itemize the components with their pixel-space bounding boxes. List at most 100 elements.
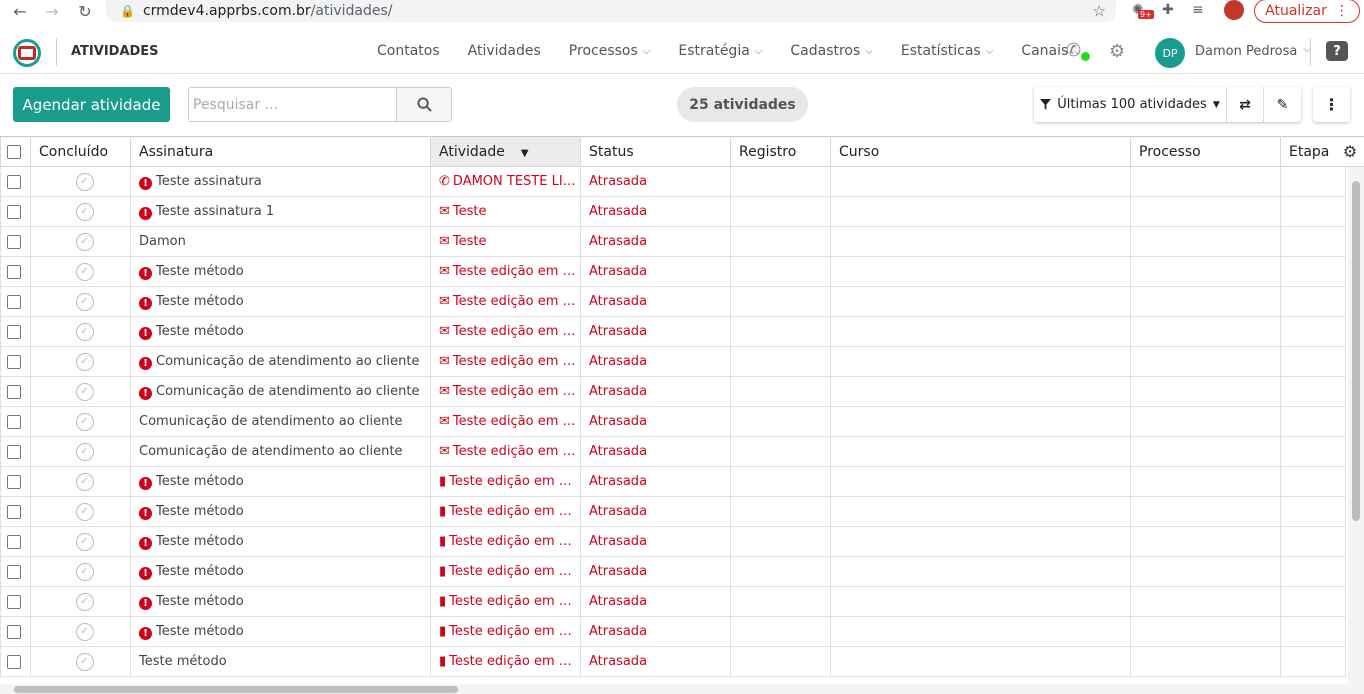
row-select-cell[interactable] bbox=[0, 406, 31, 437]
atividade-cell[interactable]: ✉ Teste bbox=[430, 196, 581, 227]
done-cell[interactable]: ✓ bbox=[30, 226, 131, 257]
row-checkbox[interactable] bbox=[7, 354, 21, 369]
phone-icon[interactable]: ✆ bbox=[1066, 40, 1081, 61]
search-input[interactable] bbox=[188, 87, 396, 122]
row-select-cell[interactable] bbox=[0, 376, 31, 407]
row-checkbox[interactable] bbox=[7, 564, 21, 579]
avatar[interactable]: DP bbox=[1155, 38, 1185, 68]
table-row[interactable]: ✓! Comunicação de atendimento ao cliente ✉… bbox=[0, 346, 1346, 377]
puzzle-icon[interactable]: ✚ bbox=[1162, 2, 1174, 18]
col-assinatura[interactable]: Assinatura bbox=[130, 136, 431, 167]
nav-contatos[interactable]: Contatos bbox=[377, 43, 440, 59]
atividade-cell[interactable]: ▮Teste edição em massa bbox=[430, 616, 581, 647]
atividade-cell[interactable]: ✉Teste edição em massa bbox=[430, 316, 581, 347]
row-select-cell[interactable] bbox=[0, 316, 31, 347]
atividade-cell[interactable]: ✆DAMON TESTE LIGAÇÃO bbox=[430, 166, 581, 197]
atividade-cell[interactable]: ▮Teste edição em massa bbox=[430, 556, 581, 587]
vertical-scrollbar[interactable] bbox=[1348, 167, 1364, 684]
reload-icon[interactable]: ↻ bbox=[71, 2, 99, 21]
table-row[interactable]: ✓! Teste assinatura ✆DAMON TESTE LIGAÇÃOAt… bbox=[0, 166, 1346, 197]
row-checkbox[interactable] bbox=[7, 264, 21, 279]
done-cell[interactable]: ✓ bbox=[30, 256, 131, 287]
checkmark-circle-icon[interactable]: ✓ bbox=[75, 412, 94, 431]
row-select-cell[interactable] bbox=[0, 646, 31, 677]
table-row[interactable]: ✓! Teste método ▮Teste edição em massaAtra… bbox=[0, 526, 1346, 557]
user-menu[interactable]: Damon Pedrosa ⌵ bbox=[1195, 44, 1311, 59]
assinatura-cell[interactable]: ! Comunicação de atendimento ao cliente bbox=[130, 376, 431, 407]
assinatura-cell[interactable]: ! Teste método bbox=[130, 256, 431, 287]
assinatura-cell[interactable]: ! Teste assinatura bbox=[130, 166, 431, 197]
row-select-cell[interactable] bbox=[0, 526, 31, 557]
table-row[interactable]: ✓! Teste método ✉Teste edição em massaAtra… bbox=[0, 316, 1346, 347]
atividade-cell[interactable]: ✉Teste edição em massa bbox=[430, 286, 581, 317]
assinatura-cell[interactable]: ! Comunicação de atendimento ao cliente bbox=[130, 346, 431, 377]
atividade-cell[interactable]: ▮Teste edição em massa bbox=[430, 646, 581, 677]
row-checkbox[interactable] bbox=[7, 414, 21, 429]
row-checkbox[interactable] bbox=[7, 654, 21, 669]
checkmark-circle-icon[interactable]: ✓ bbox=[75, 382, 94, 401]
atividade-cell[interactable]: ▮Teste edição em massa bbox=[430, 526, 581, 557]
row-checkbox[interactable] bbox=[7, 624, 21, 639]
table-row[interactable]: ✓! Teste método ▮Teste edição em massaAtra… bbox=[0, 556, 1346, 587]
checkmark-circle-icon[interactable]: ✓ bbox=[75, 262, 94, 281]
row-select-cell[interactable] bbox=[0, 226, 31, 257]
assinatura-cell[interactable]: Damon bbox=[130, 226, 431, 257]
done-cell[interactable]: ✓ bbox=[30, 496, 131, 527]
nav-processos[interactable]: Processos ⌵ bbox=[569, 43, 651, 59]
browser-update-button[interactable]: Atualizar ⋮ bbox=[1254, 0, 1360, 23]
done-cell[interactable]: ✓ bbox=[30, 466, 131, 497]
schedule-activity-button[interactable]: Agendar atividade bbox=[13, 87, 170, 122]
select-all-checkbox[interactable] bbox=[7, 144, 21, 159]
row-checkbox[interactable] bbox=[7, 384, 21, 399]
table-row[interactable]: ✓! Teste método ▮Teste edição em massaAtra… bbox=[0, 466, 1346, 497]
profile-avatar-icon[interactable] bbox=[1224, 0, 1244, 20]
checkmark-circle-icon[interactable]: ✓ bbox=[75, 472, 94, 491]
address-bar[interactable]: 🔒 crmdev4.apprbs.com.br/atividades/ ☆ bbox=[106, 0, 1116, 22]
table-row[interactable]: ✓! Teste método ▮Teste edição em massaAtra… bbox=[0, 586, 1346, 617]
atividade-cell[interactable]: ✉Teste edição em massa bbox=[430, 346, 581, 377]
col-curso[interactable]: Curso bbox=[830, 136, 1131, 167]
row-select-cell[interactable] bbox=[0, 196, 31, 227]
assinatura-cell[interactable]: ! Teste método bbox=[130, 316, 431, 347]
done-cell[interactable]: ✓ bbox=[30, 436, 131, 467]
table-row[interactable]: ✓ Comunicação de atendimento ao cliente ✉ T… bbox=[0, 436, 1346, 467]
done-cell[interactable]: ✓ bbox=[30, 586, 131, 617]
done-cell[interactable]: ✓ bbox=[30, 406, 131, 437]
assinatura-cell[interactable]: ! Teste assinatura 1 bbox=[130, 196, 431, 227]
col-concluido[interactable]: Concluído bbox=[30, 136, 131, 167]
atividade-cell[interactable]: ▮Teste edição em massa bbox=[430, 466, 581, 497]
assinatura-cell[interactable]: Comunicação de atendimento ao cliente bbox=[130, 436, 431, 467]
checkmark-circle-icon[interactable]: ✓ bbox=[75, 442, 94, 461]
media-queue-icon[interactable]: ≡ bbox=[1192, 2, 1204, 18]
row-checkbox[interactable] bbox=[7, 534, 21, 549]
assinatura-cell[interactable]: ! Teste método bbox=[130, 616, 431, 647]
col-processo[interactable]: Processo bbox=[1130, 136, 1281, 167]
table-row[interactable]: ✓! Teste método ✉Teste edição em massaAtra… bbox=[0, 286, 1346, 317]
done-cell[interactable]: ✓ bbox=[30, 616, 131, 647]
row-select-cell[interactable] bbox=[0, 616, 31, 647]
done-cell[interactable]: ✓ bbox=[30, 526, 131, 557]
atividade-cell[interactable]: ✉Teste edição em massa bbox=[430, 406, 581, 437]
table-row[interactable]: ✓! Teste método ✉Teste edição em massaAtra… bbox=[0, 256, 1346, 287]
atividade-cell[interactable]: ✉Teste edição em massa bbox=[430, 436, 581, 467]
back-icon[interactable]: ← bbox=[6, 2, 34, 21]
row-select-cell[interactable] bbox=[0, 466, 31, 497]
select-all-header[interactable] bbox=[0, 136, 31, 167]
assinatura-cell[interactable]: ! Teste método bbox=[130, 466, 431, 497]
done-cell[interactable]: ✓ bbox=[30, 556, 131, 587]
horizontal-scrollbar[interactable] bbox=[0, 684, 1364, 694]
nav-atividades[interactable]: Atividades bbox=[468, 43, 541, 59]
assinatura-cell[interactable]: ! Teste método bbox=[130, 586, 431, 617]
assinatura-cell[interactable]: ! Teste método bbox=[130, 526, 431, 557]
table-row[interactable]: ✓! Teste método ▮Teste edição em massaAtra… bbox=[0, 496, 1346, 527]
table-row[interactable]: ✓! Comunicação de atendimento ao cliente ✉… bbox=[0, 376, 1346, 407]
row-checkbox[interactable] bbox=[7, 504, 21, 519]
row-checkbox[interactable] bbox=[7, 594, 21, 609]
atividade-cell[interactable]: ✉ Teste bbox=[430, 226, 581, 257]
row-checkbox[interactable] bbox=[7, 444, 21, 459]
checkmark-circle-icon[interactable]: ✓ bbox=[75, 622, 94, 641]
assinatura-cell[interactable]: Comunicação de atendimento ao cliente bbox=[130, 406, 431, 437]
done-cell[interactable]: ✓ bbox=[30, 646, 131, 677]
row-select-cell[interactable] bbox=[0, 586, 31, 617]
table-row[interactable]: ✓! Teste método ▮Teste edição em massaAtra… bbox=[0, 616, 1346, 647]
